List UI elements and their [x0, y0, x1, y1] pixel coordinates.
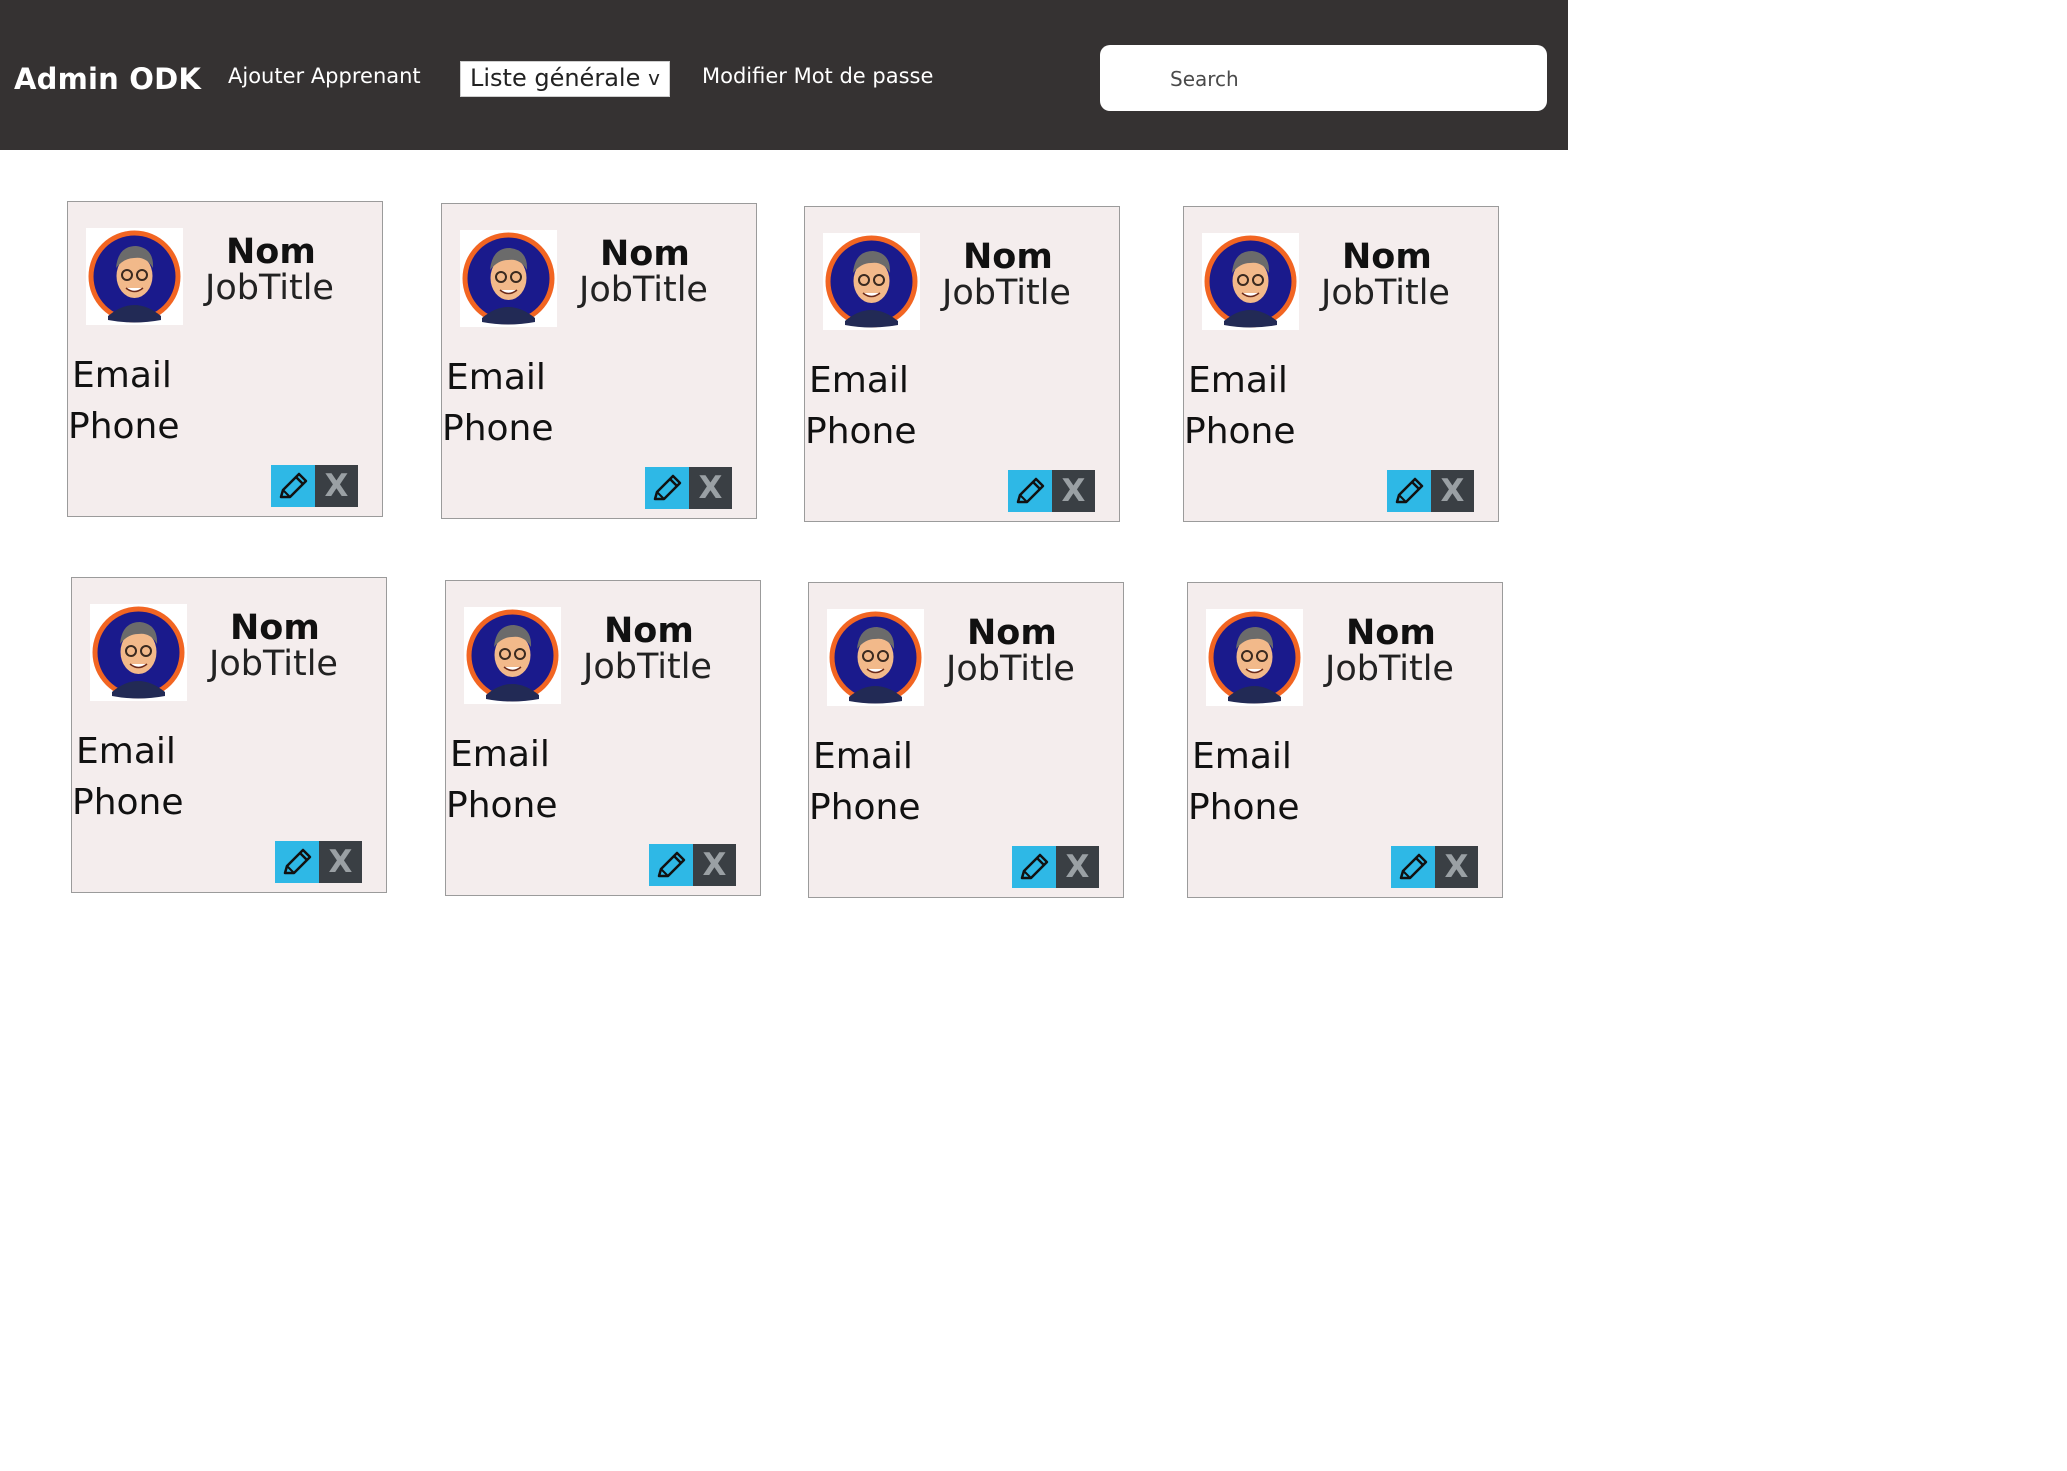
user-avatar-icon — [827, 609, 924, 706]
learner-phone: Phone — [1188, 787, 1300, 828]
learner-email: Email — [72, 355, 172, 396]
delete-button[interactable]: X — [1435, 846, 1478, 888]
brand-title: Admin ODK — [14, 62, 202, 96]
learner-card: Nom JobTitle Email Phone X — [71, 577, 387, 893]
edit-button[interactable] — [1012, 846, 1056, 888]
delete-button[interactable]: X — [319, 841, 362, 883]
learner-phone: Phone — [809, 787, 921, 828]
user-avatar-icon — [464, 607, 561, 704]
learner-job-title: JobTitle — [942, 273, 1071, 313]
list-select-dropdown[interactable]: Liste générale v — [460, 61, 670, 97]
search-box — [1100, 45, 1547, 111]
learner-name: Nom — [1346, 613, 1436, 653]
learner-name: Nom — [600, 234, 690, 274]
learner-card: Nom JobTitle Email Phone X — [1187, 582, 1503, 898]
pencil-icon — [653, 474, 682, 501]
nav-add-learner-link[interactable]: Ajouter Apprenant — [228, 64, 421, 88]
learner-email: Email — [1188, 360, 1288, 401]
learner-email: Email — [446, 357, 546, 398]
learner-phone: Phone — [68, 406, 180, 447]
learner-job-title: JobTitle — [1321, 273, 1450, 313]
pencil-icon — [1020, 853, 1049, 880]
nav-change-password-link[interactable]: Modifier Mot de passe — [702, 64, 933, 88]
learner-phone: Phone — [72, 782, 184, 823]
pencil-icon — [1395, 477, 1424, 504]
user-avatar-icon — [1202, 233, 1299, 330]
learner-card: Nom JobTitle Email Phone X — [67, 201, 383, 517]
learner-card: Nom JobTitle Email Phone X — [445, 580, 761, 896]
learner-name: Nom — [1342, 237, 1432, 277]
learner-phone: Phone — [442, 408, 554, 449]
learner-email: Email — [813, 736, 913, 777]
learner-email: Email — [76, 731, 176, 772]
delete-button[interactable]: X — [689, 467, 732, 509]
learner-job-title: JobTitle — [583, 647, 712, 687]
learner-job-title: JobTitle — [579, 270, 708, 310]
edit-button[interactable] — [275, 841, 319, 883]
learner-job-title: JobTitle — [205, 268, 334, 308]
user-avatar-icon — [86, 228, 183, 325]
learner-phone: Phone — [805, 411, 917, 452]
learner-email: Email — [1192, 736, 1292, 777]
pencil-icon — [1399, 853, 1428, 880]
pencil-icon — [657, 851, 686, 878]
learner-card: Nom JobTitle Email Phone X — [808, 582, 1124, 898]
edit-button[interactable] — [1391, 846, 1435, 888]
delete-button[interactable]: X — [1052, 470, 1095, 512]
learner-job-title: JobTitle — [946, 649, 1075, 689]
list-select-value: Liste générale — [470, 64, 641, 92]
learner-name: Nom — [604, 611, 694, 651]
pencil-icon — [1016, 477, 1045, 504]
pencil-icon — [279, 472, 308, 499]
top-navbar: Admin ODK Ajouter Apprenant Liste généra… — [0, 0, 1568, 150]
learner-phone: Phone — [1184, 411, 1296, 452]
user-avatar-icon — [90, 604, 187, 701]
edit-button[interactable] — [645, 467, 689, 509]
learner-card: Nom JobTitle Email Phone X — [441, 203, 757, 519]
learner-name: Nom — [230, 608, 320, 648]
delete-button[interactable]: X — [1056, 846, 1099, 888]
learner-email: Email — [450, 734, 550, 775]
learner-email: Email — [809, 360, 909, 401]
delete-button[interactable]: X — [1431, 470, 1474, 512]
learner-job-title: JobTitle — [1325, 649, 1454, 689]
user-avatar-icon — [460, 230, 557, 327]
learner-phone: Phone — [446, 785, 558, 826]
learner-job-title: JobTitle — [209, 644, 338, 684]
learner-card: Nom JobTitle Email Phone X — [1183, 206, 1499, 522]
search-input[interactable] — [1168, 63, 1532, 95]
learner-name: Nom — [967, 613, 1057, 653]
delete-button[interactable]: X — [693, 844, 736, 886]
edit-button[interactable] — [271, 465, 315, 507]
learner-name: Nom — [226, 232, 316, 272]
user-avatar-icon — [823, 233, 920, 330]
learner-card: Nom JobTitle Email Phone X — [804, 206, 1120, 522]
edit-button[interactable] — [649, 844, 693, 886]
learner-name: Nom — [963, 237, 1053, 277]
pencil-icon — [283, 848, 312, 875]
chevron-down-icon: v — [648, 66, 660, 90]
delete-button[interactable]: X — [315, 465, 358, 507]
user-avatar-icon — [1206, 609, 1303, 706]
edit-button[interactable] — [1008, 470, 1052, 512]
edit-button[interactable] — [1387, 470, 1431, 512]
